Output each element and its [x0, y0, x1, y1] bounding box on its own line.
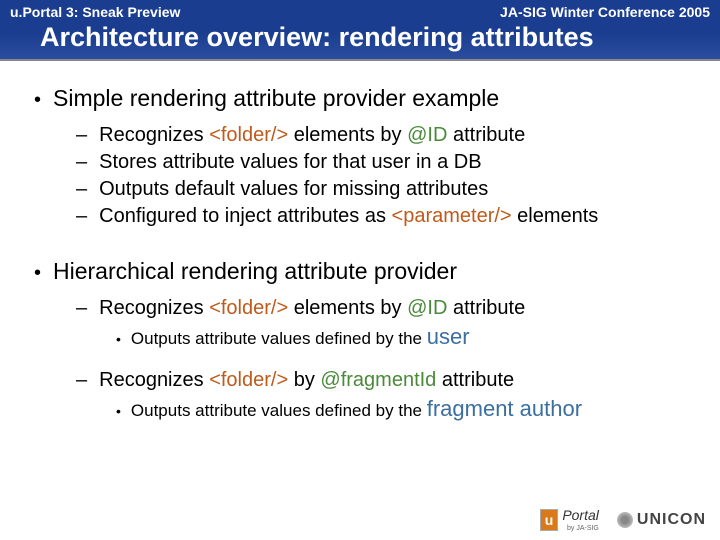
- section2-title-text: Hierarchical rendering attribute provide…: [53, 258, 457, 285]
- list-item: • Outputs attribute values defined by th…: [116, 322, 690, 353]
- dash-icon: –: [76, 122, 87, 149]
- list-item: – Recognizes <folder/> elements by @ID a…: [76, 295, 690, 322]
- emphasis-text: user: [427, 324, 470, 349]
- text-part: Outputs attribute values defined by the: [131, 329, 427, 348]
- list-item: – Outputs default values for missing att…: [76, 176, 690, 203]
- text-part: by: [288, 369, 320, 391]
- item-text: Outputs attribute values defined by the …: [131, 322, 470, 353]
- item-text: Recognizes <folder/> elements by @ID att…: [99, 295, 525, 322]
- xml-attr: @ID: [407, 124, 447, 146]
- text-part: Recognizes: [99, 369, 209, 391]
- text-part: Recognizes: [99, 124, 209, 146]
- text-part: Recognizes: [99, 297, 209, 319]
- unicon-logo: UNICON: [617, 511, 706, 529]
- item-text: Outputs attribute values defined by the …: [131, 394, 582, 425]
- uportal-logo-u-icon: u: [540, 509, 559, 531]
- section2-title: • Hierarchical rendering attribute provi…: [34, 258, 690, 285]
- emphasis-text: fragment author: [427, 396, 582, 421]
- xml-tag: <folder/>: [209, 297, 288, 319]
- text-part: attribute: [447, 124, 525, 146]
- unicon-globe-icon: [617, 512, 633, 528]
- uportal-logo-text: Portal: [562, 507, 599, 523]
- uportal-logo: u Portal by JA-SIG: [540, 507, 599, 532]
- list-item: • Outputs attribute values defined by th…: [116, 394, 690, 425]
- text-part: Outputs attribute values defined by the: [131, 401, 427, 420]
- section1-list: – Recognizes <folder/> elements by @ID a…: [76, 122, 690, 230]
- text-part: attribute: [436, 369, 514, 391]
- text-part: elements by: [288, 297, 407, 319]
- header-right-text: JA-SIG Winter Conference 2005: [500, 4, 710, 20]
- xml-tag: <folder/>: [209, 369, 288, 391]
- item-text: Recognizes <folder/> by @fragmentId attr…: [99, 367, 514, 394]
- slide-footer: u Portal by JA-SIG UNICON: [540, 507, 706, 532]
- list-item: – Configured to inject attributes as <pa…: [76, 203, 690, 230]
- bullet-icon: •: [116, 402, 121, 422]
- slide-content: • Simple rendering attribute provider ex…: [0, 61, 720, 425]
- text-part: elements by: [288, 124, 407, 146]
- list-item: – Recognizes <folder/> by @fragmentId at…: [76, 367, 690, 394]
- unicon-logo-text: UNICON: [637, 511, 706, 529]
- text-part: attribute: [447, 297, 525, 319]
- bullet-icon: •: [116, 330, 121, 350]
- section1-title-text: Simple rendering attribute provider exam…: [53, 85, 499, 112]
- bullet-icon: •: [34, 263, 41, 283]
- slide: u.Portal 3: Sneak Preview JA-SIG Winter …: [0, 0, 720, 540]
- xml-tag: <folder/>: [209, 124, 288, 146]
- header-left-text: u.Portal 3: Sneak Preview: [10, 4, 180, 20]
- item-text: Recognizes <folder/> elements by @ID att…: [99, 122, 525, 149]
- item-text: Configured to inject attributes as <para…: [99, 203, 598, 230]
- dash-icon: –: [76, 367, 87, 394]
- list-item: – Stores attribute values for that user …: [76, 149, 690, 176]
- dash-icon: –: [76, 176, 87, 203]
- text-part: Configured to inject attributes as: [99, 205, 391, 227]
- sub-sub-list: • Outputs attribute values defined by th…: [116, 394, 690, 425]
- dash-icon: –: [76, 203, 87, 230]
- section2-list: – Recognizes <folder/> elements by @ID a…: [76, 295, 690, 425]
- xml-attr: @fragmentId: [320, 369, 436, 391]
- item-text: Stores attribute values for that user in…: [99, 149, 481, 176]
- dash-icon: –: [76, 295, 87, 322]
- sub-sub-list: • Outputs attribute values defined by th…: [116, 322, 690, 353]
- text-part: elements: [512, 205, 599, 227]
- xml-tag: <parameter/>: [392, 205, 512, 227]
- slide-header: u.Portal 3: Sneak Preview JA-SIG Winter …: [0, 0, 720, 61]
- bullet-icon: •: [34, 90, 41, 110]
- xml-attr: @ID: [407, 297, 447, 319]
- item-text: Outputs default values for missing attri…: [99, 176, 488, 203]
- list-item: – Recognizes <folder/> elements by @ID a…: [76, 122, 690, 149]
- jasig-byline: by JA-SIG: [564, 525, 599, 532]
- dash-icon: –: [76, 149, 87, 176]
- section1-title: • Simple rendering attribute provider ex…: [34, 85, 690, 112]
- uportal-logo-right: Portal by JA-SIG: [562, 507, 599, 532]
- slide-title: Architecture overview: rendering attribu…: [10, 22, 710, 53]
- header-top-row: u.Portal 3: Sneak Preview JA-SIG Winter …: [10, 4, 710, 20]
